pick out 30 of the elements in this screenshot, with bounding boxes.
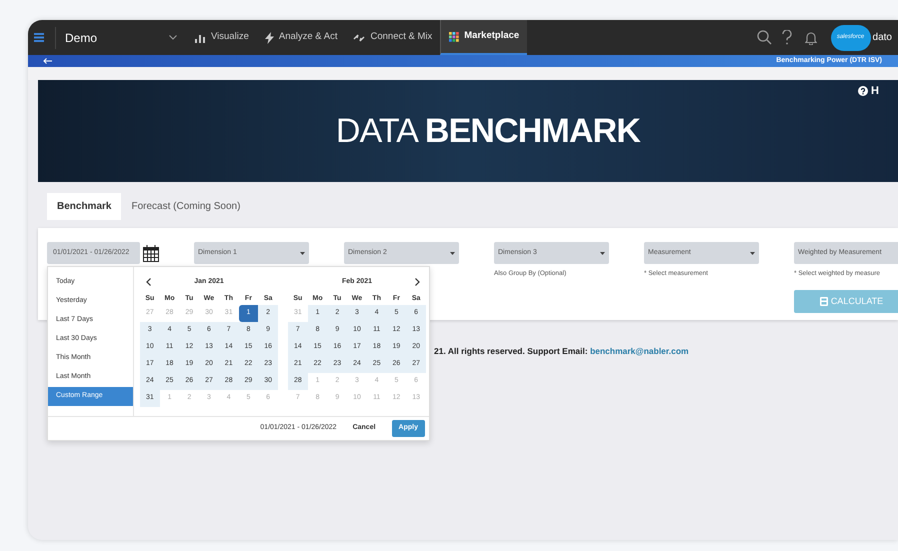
chevron-down-icon [169,35,177,40]
help-icon[interactable] [782,30,792,45]
workspace-dropdown[interactable]: Demo [65,28,177,46]
bell-icon[interactable] [804,30,817,44]
tab[interactable]: Benchmark [47,193,122,220]
previous-month-icon[interactable] [146,278,151,286]
brand-text: dato [872,31,892,45]
caret-icon [600,252,605,254]
bar-chart-icon [195,32,206,42]
banner-title: DATA BENCHMARK [336,110,640,152]
caret-icon [750,252,755,254]
support-email-link[interactable]: benchmark@nabler.com [590,346,689,356]
grid-icon [449,32,460,42]
nav-tab[interactable]: Visualize [187,20,257,55]
caret-icon [450,252,455,254]
lightning-icon [264,32,274,44]
help-link[interactable]: H [871,83,879,100]
menu-icon[interactable] [34,33,44,42]
back-arrow-icon[interactable] [43,58,52,64]
next-month-icon[interactable] [415,278,420,286]
nav-tab[interactable]: Marketplace [440,20,528,55]
nav-tab[interactable]: Connect & Mix [345,20,440,55]
nav-tab[interactable]: Analyze & Act [256,20,346,55]
tab[interactable]: Forecast (Coming Soon) [121,193,250,220]
help-circle-icon[interactable] [858,86,868,96]
calculator-icon [820,296,828,306]
caret-icon [300,252,305,254]
search-icon[interactable] [756,30,772,45]
calendar-icon[interactable] [143,244,159,262]
footer-text: 21. All rights reserved. Support Email: benchmark@nabler.com [434,346,689,356]
